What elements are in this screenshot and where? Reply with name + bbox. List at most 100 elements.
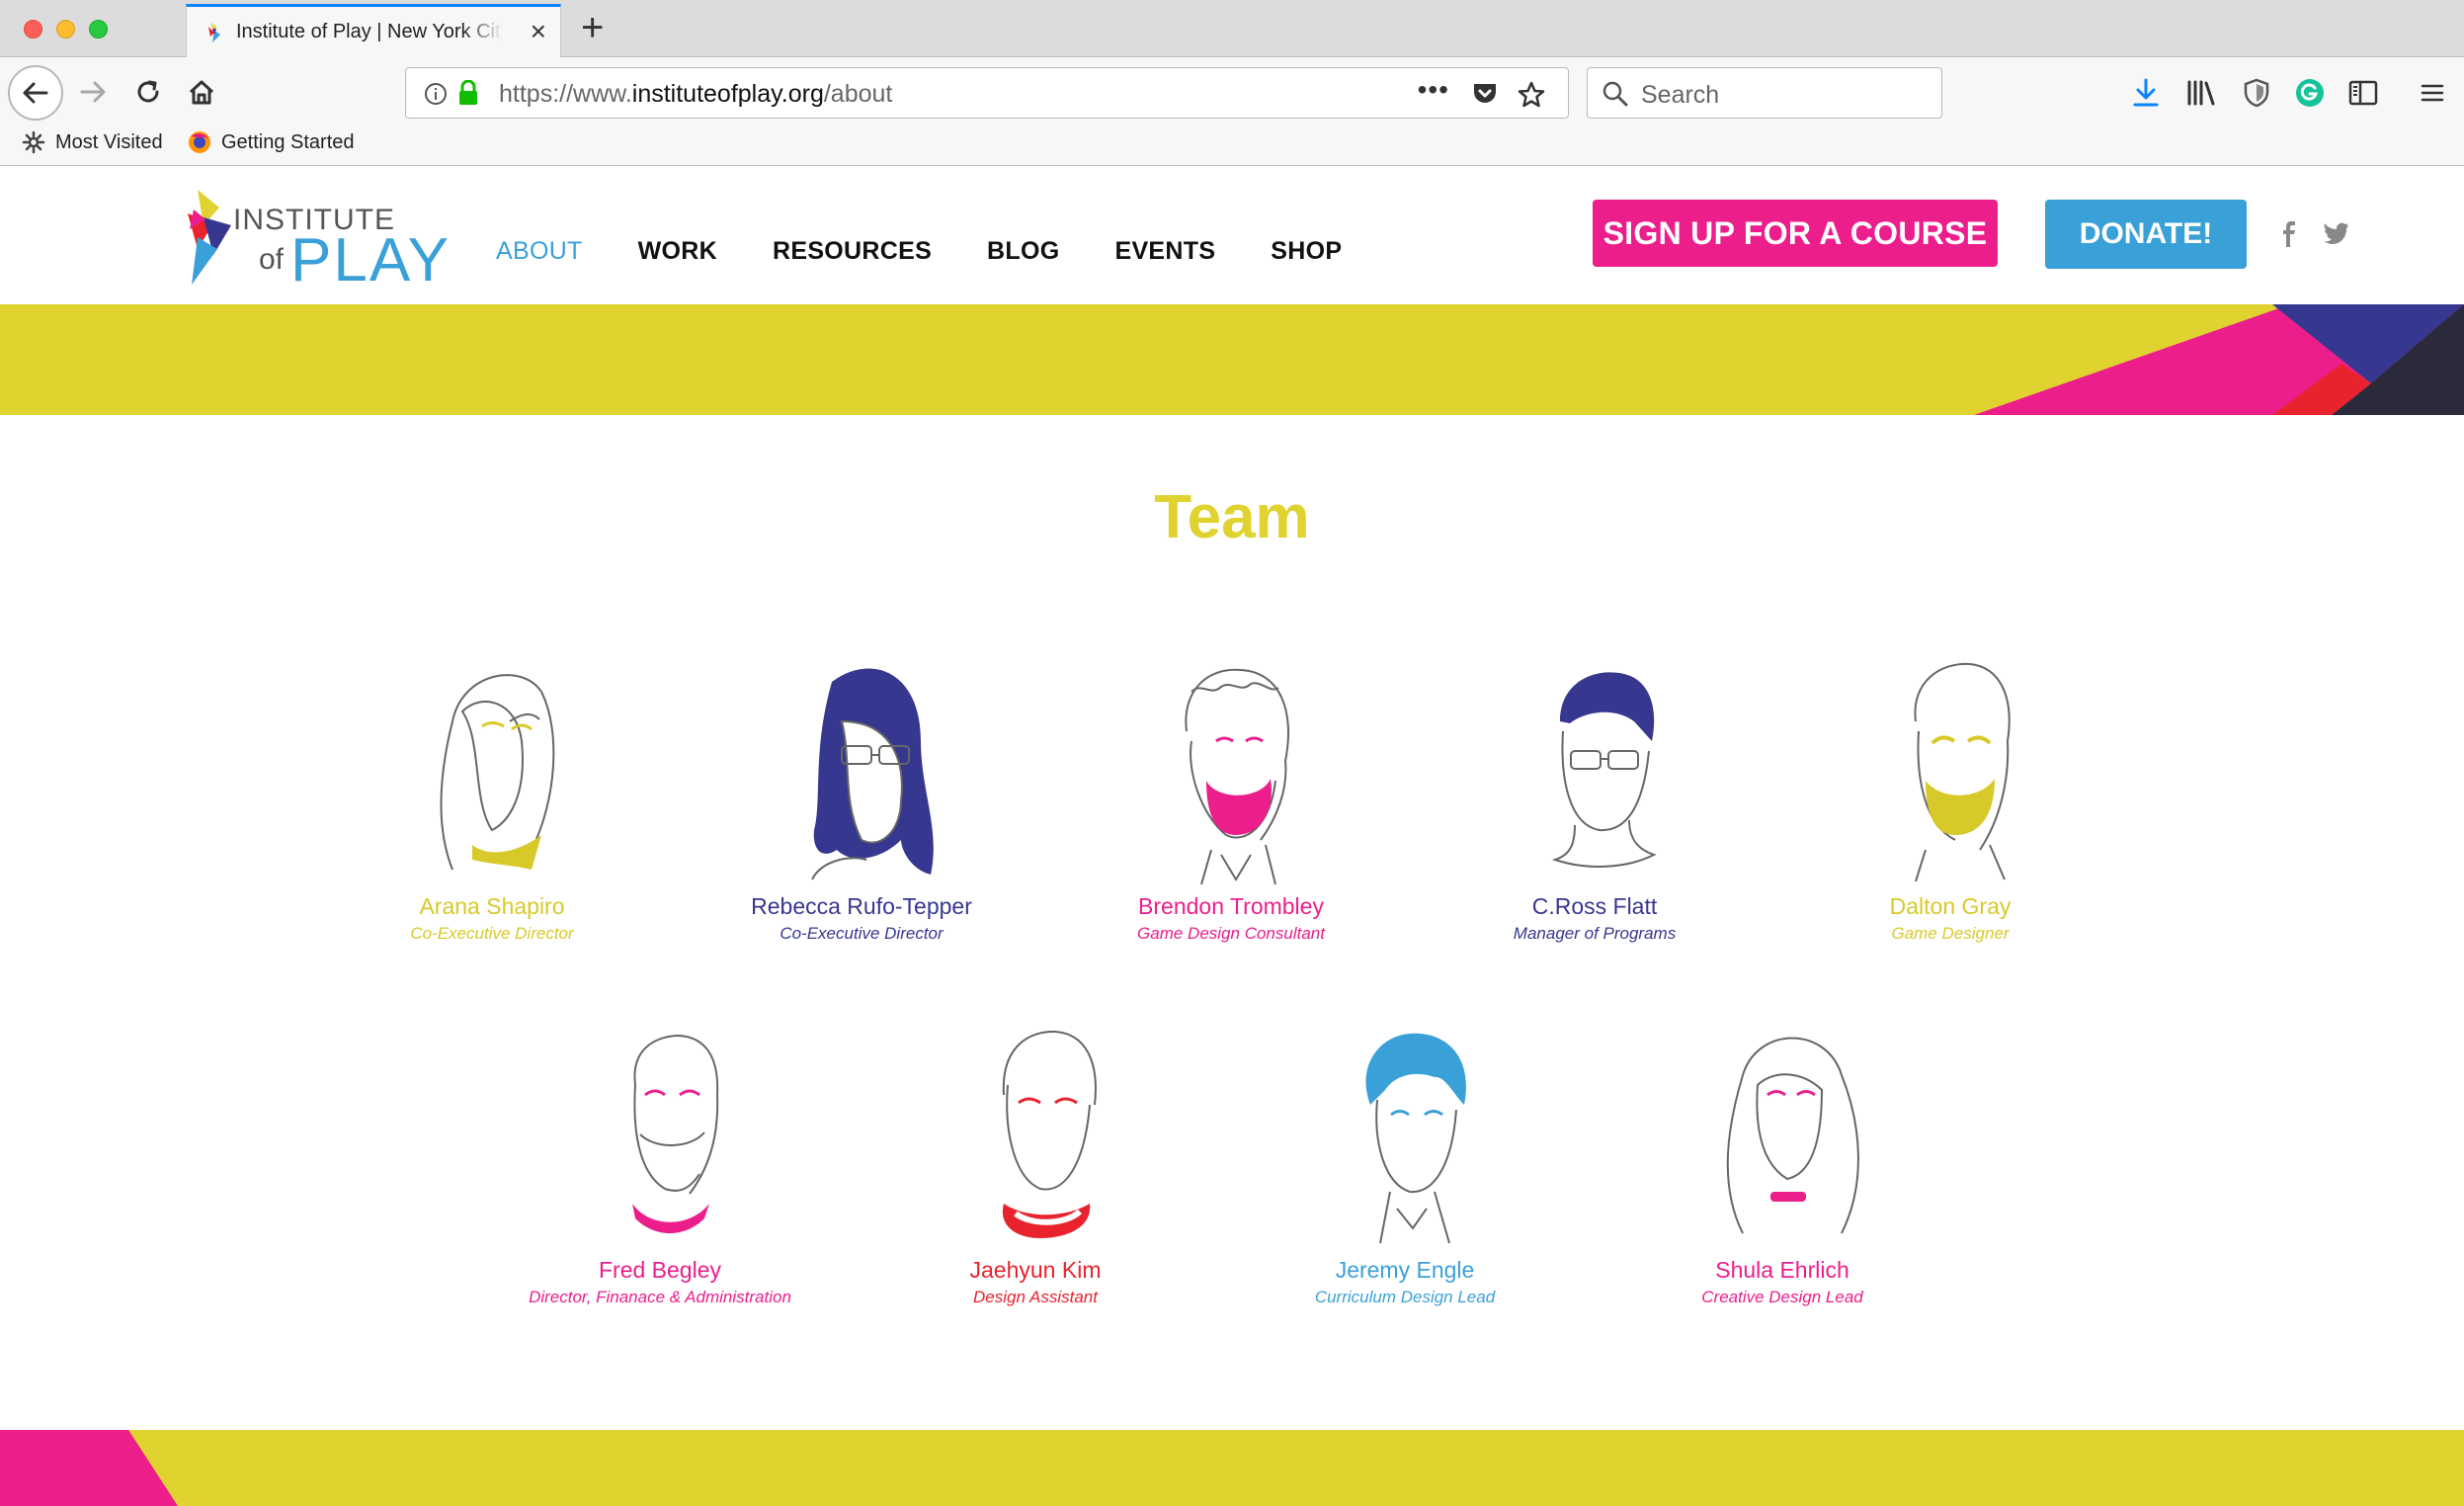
hero-banner (0, 304, 2464, 415)
member-role: Co-Executive Director (410, 924, 574, 943)
tab-title: Institute of Play | New York City (236, 21, 503, 42)
portrait-illustration (632, 1034, 719, 1233)
page-actions-icon[interactable]: ••• (1418, 74, 1449, 106)
member-name: C.Ross Flatt (1531, 893, 1658, 919)
member-name: Shula Ehrlich (1715, 1257, 1849, 1283)
sidebar-icon[interactable] (2345, 75, 2381, 111)
grammarly-icon[interactable] (2292, 75, 2328, 111)
nav-shop[interactable]: SHOP (1271, 237, 1342, 266)
search-icon (1602, 81, 1628, 107)
url-text[interactable]: https://www.instituteofplay.org/about (499, 80, 892, 109)
bookmarks-toolbar: Most Visited Getting Started (0, 126, 2464, 166)
nav-work[interactable]: WORK (638, 237, 717, 266)
downloads-icon[interactable] (2128, 75, 2164, 111)
donate-button[interactable]: DONATE! (2045, 200, 2247, 269)
search-input[interactable]: Search (1641, 81, 1719, 110)
member-role: Game Designer (1891, 924, 2010, 943)
member-name: Dalton Gray (1889, 893, 2012, 919)
twitter-icon[interactable] (2322, 219, 2351, 249)
forward-button[interactable] (73, 71, 113, 113)
decorative-triangles-graphic (1974, 304, 2464, 415)
institute-of-play-logo[interactable]: INSTITUTE of PLAY (184, 190, 451, 294)
portrait-illustration (1002, 1030, 1097, 1238)
member-name: Rebecca Rufo-Tepper (751, 893, 972, 919)
gear-icon (22, 130, 45, 154)
nav-resources[interactable]: RESOURCES (773, 237, 932, 266)
nav-events[interactable]: EVENTS (1114, 237, 1215, 266)
browser-tab-bar: Institute of Play | New York City × + (0, 0, 2464, 57)
logo-text-of: of (259, 243, 285, 276)
main-nav: ABOUT WORK RESOURCES BLOG EVENTS SHOP (496, 237, 1397, 266)
reload-button[interactable] (128, 71, 168, 113)
bookmark-label: Getting Started (221, 130, 355, 153)
window-minimize-button[interactable] (56, 20, 75, 39)
portrait-illustration (1365, 1033, 1466, 1244)
hamburger-menu-icon[interactable] (2415, 75, 2450, 111)
nav-about[interactable]: ABOUT (496, 237, 583, 266)
home-icon (189, 80, 214, 105)
logo-mark-icon (188, 190, 231, 285)
sign-up-course-button[interactable]: SIGN UP FOR A COURSE (1593, 200, 1998, 267)
team-member-card[interactable]: Dalton Gray Game Designer (1802, 652, 2098, 944)
back-button[interactable] (8, 65, 63, 121)
info-icon[interactable] (424, 82, 448, 106)
portrait-illustration (440, 674, 555, 871)
portrait-illustration (811, 668, 934, 880)
new-tab-button[interactable]: + (581, 8, 604, 47)
portrait-illustration (1551, 672, 1657, 868)
browser-nav-bar: https://www.instituteofplay.org/about ••… (0, 57, 2464, 126)
site-header: INSTITUTE of PLAY ABOUT WORK RESOURCES B… (0, 166, 2464, 304)
browser-tab[interactable]: Institute of Play | New York City × (186, 4, 561, 57)
bookmark-star-icon[interactable] (1517, 80, 1546, 110)
institute-of-play-favicon (208, 23, 220, 42)
footer-banner (0, 1430, 2464, 1506)
search-bar[interactable]: Search (1587, 67, 1942, 119)
arrow-left-icon (23, 82, 48, 104)
team-member-card[interactable]: Shula Ehrlich Creative Design Lead (1634, 1016, 1930, 1307)
team-member-card[interactable]: Brendon Trombley Game Design Consultant (1083, 652, 1379, 944)
portrait-illustration (1914, 662, 2011, 882)
reload-icon (137, 80, 159, 103)
arrow-right-icon (80, 81, 106, 103)
member-role: Manager of Programs (1513, 924, 1677, 943)
team-heading: Team (1154, 483, 1310, 551)
team-member-card[interactable]: Jeremy Engle Curriculum Design Lead (1257, 1016, 1553, 1307)
tab-close-icon[interactable]: × (531, 17, 546, 46)
portrait-illustration (1185, 668, 1289, 885)
team-member-card[interactable]: Arana Shapiro Co-Executive Director (344, 652, 640, 944)
facebook-icon[interactable] (2274, 219, 2304, 249)
bookmark-most-visited[interactable]: Most Visited (22, 130, 163, 154)
library-icon[interactable] (2183, 75, 2219, 111)
firefox-icon (189, 131, 210, 153)
window-zoom-button[interactable] (89, 20, 108, 39)
member-name: Arana Shapiro (419, 893, 565, 919)
nav-blog[interactable]: BLOG (987, 237, 1059, 266)
url-scheme: https://www. (499, 80, 632, 108)
member-role: Co-Executive Director (780, 924, 944, 943)
logo-text-play: PLAY (290, 226, 451, 294)
window-close-button[interactable] (24, 20, 42, 39)
team-member-card[interactable]: Rebecca Rufo-Tepper Co-Executive Directo… (713, 652, 1010, 944)
lock-icon (459, 80, 477, 105)
url-bar[interactable]: https://www.instituteofplay.org/about ••… (405, 67, 1569, 119)
team-member-card[interactable]: C.Ross Flatt Manager of Programs (1446, 652, 1743, 944)
url-path: /about (823, 80, 893, 108)
shield-icon[interactable] (2239, 75, 2274, 111)
portrait-illustration (1726, 1037, 1859, 1234)
decorative-triangle-graphic (0, 1430, 178, 1506)
member-name: Jeremy Engle (1335, 1257, 1475, 1283)
member-name: Jaehyun Kim (969, 1257, 1102, 1283)
member-role: Curriculum Design Lead (1314, 1288, 1496, 1306)
bookmark-label: Most Visited (55, 130, 163, 153)
team-member-card[interactable]: Fred Begley Director, Finanace & Adminis… (512, 1016, 808, 1307)
member-role: Director, Finanace & Administration (529, 1288, 791, 1306)
home-button[interactable] (182, 71, 221, 113)
member-role: Game Design Consultant (1137, 924, 1325, 943)
member-role: Design Assistant (973, 1288, 1098, 1306)
bookmark-getting-started[interactable]: Getting Started (188, 130, 355, 154)
team-member-card[interactable]: Jaehyun Kim Design Assistant (887, 1016, 1184, 1307)
member-role: Creative Design Lead (1701, 1288, 1863, 1306)
url-host: instituteofplay.org (631, 80, 824, 108)
pocket-icon[interactable] (1471, 80, 1499, 108)
member-name: Fred Begley (598, 1257, 721, 1283)
